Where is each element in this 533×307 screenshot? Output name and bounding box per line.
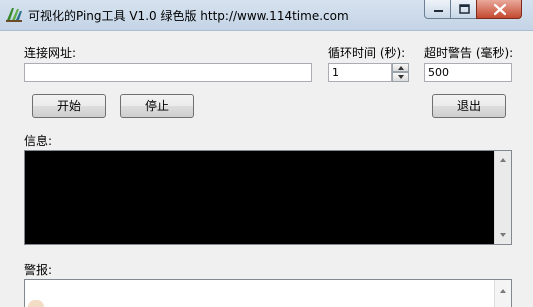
scroll-down-icon[interactable] <box>499 232 507 238</box>
maximize-button[interactable] <box>450 0 477 19</box>
interval-label: 循环时间 (秒): <box>328 46 406 60</box>
alert-label: 警报: <box>24 263 53 277</box>
minimize-button[interactable] <box>424 0 451 19</box>
decoration <box>28 300 44 307</box>
close-icon <box>493 3 507 16</box>
interval-spin-up[interactable] <box>392 63 409 72</box>
minimize-icon <box>434 10 443 12</box>
window-title: 可视化的Ping工具 V1.0 绿色版 http://www.114time.c… <box>28 9 349 23</box>
info-scrollbar[interactable] <box>494 151 511 244</box>
scroll-up-icon[interactable] <box>499 157 507 163</box>
alert-output[interactable] <box>24 279 512 307</box>
alert-scrollbar[interactable] <box>494 280 511 307</box>
timeout-input[interactable] <box>424 63 512 82</box>
url-input[interactable] <box>24 63 312 82</box>
timeout-label: 超时警告 (毫秒): <box>424 46 514 60</box>
app-ping-icon <box>6 8 22 22</box>
start-button[interactable]: 开始 <box>32 94 106 118</box>
stop-button[interactable]: 停止 <box>120 94 194 118</box>
info-label: 信息: <box>24 134 53 148</box>
arrow-down-icon <box>398 75 404 79</box>
interval-input[interactable] <box>328 63 392 82</box>
exit-button[interactable]: 退出 <box>432 94 506 118</box>
close-button[interactable] <box>476 0 522 19</box>
interval-spin-down[interactable] <box>392 72 409 82</box>
url-label: 连接网址: <box>24 46 77 60</box>
maximize-icon <box>459 4 470 14</box>
title-bar[interactable]: 可视化的Ping工具 V1.0 绿色版 http://www.114time.c… <box>0 0 533 31</box>
info-output[interactable] <box>24 150 512 245</box>
arrow-up-icon <box>398 66 404 70</box>
scroll-up-icon[interactable] <box>499 288 507 294</box>
